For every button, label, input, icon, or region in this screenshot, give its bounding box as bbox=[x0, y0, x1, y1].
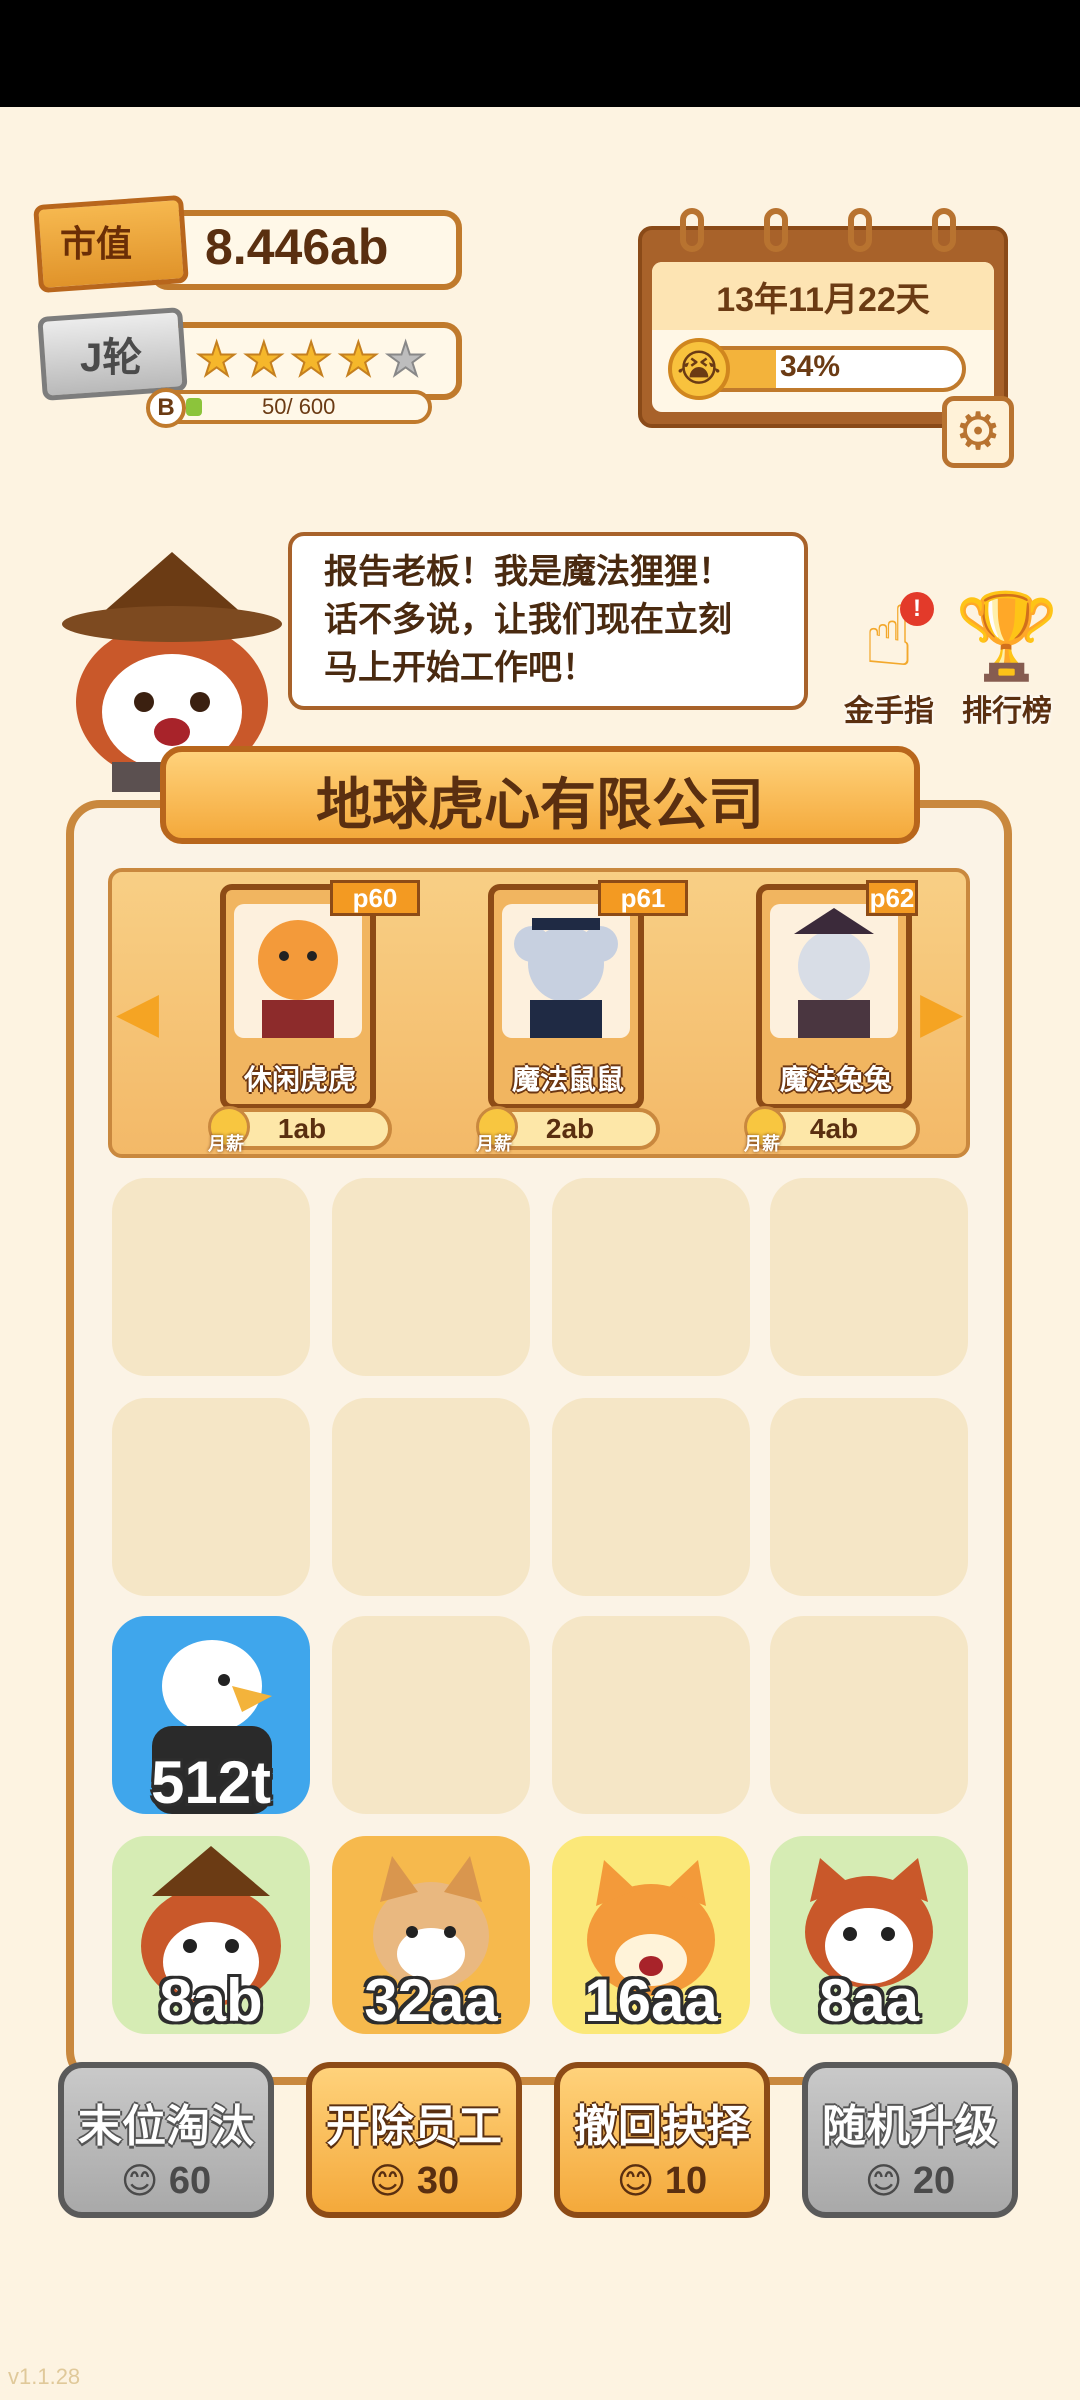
card-tag: p60 bbox=[330, 880, 420, 916]
card-tag: p62 bbox=[866, 880, 918, 916]
star-empty-icon: ★ bbox=[384, 333, 427, 385]
action-cost: 😊 60 bbox=[64, 2160, 268, 2203]
card-name: 休闲虎虎 bbox=[243, 1064, 356, 1095]
tile-value: 32aa bbox=[364, 1967, 498, 2034]
smile-icon: 😊 bbox=[120, 2160, 159, 2201]
coin-label: 月薪 bbox=[476, 1134, 512, 1154]
calendar-ring bbox=[764, 208, 788, 252]
speech-text: 报告老板！我是魔法狸狸！ 话不多说，让我们现在立刻 马上开始工作吧！ bbox=[324, 553, 732, 687]
star-icon: ★ bbox=[337, 333, 380, 385]
grid-cell[interactable] bbox=[770, 1398, 968, 1596]
smile-icon: 😊 bbox=[616, 2160, 655, 2201]
leaderboard-button[interactable]: 🏆 排行榜 bbox=[952, 586, 1062, 730]
star-icon: ★ bbox=[242, 333, 285, 385]
trophy-icon: 🏆 bbox=[954, 589, 1060, 683]
grid-cell[interactable] bbox=[552, 1616, 750, 1814]
leaderboard-label: 排行榜 bbox=[962, 695, 1052, 728]
calendar-date: 13年11月22天 bbox=[716, 281, 930, 319]
market-value: 8.446ab bbox=[205, 219, 389, 275]
prev-arrow-icon[interactable]: ◀ bbox=[116, 982, 159, 1042]
grid-cell[interactable] bbox=[112, 1178, 310, 1376]
smile-icon: 😊 bbox=[864, 2160, 903, 2201]
calendar-ring bbox=[848, 208, 872, 252]
tiger-portrait bbox=[234, 904, 362, 1038]
grid-cell[interactable] bbox=[112, 1398, 310, 1596]
action-cost: 😊 20 bbox=[808, 2160, 1012, 2203]
mouse-portrait bbox=[502, 904, 630, 1038]
card-name: 魔法兔兔 bbox=[779, 1064, 892, 1095]
golden-finger-label: 金手指 bbox=[844, 695, 934, 728]
undo-choice-button[interactable]: 撤回抉择 😊 10 bbox=[554, 2062, 770, 2218]
tile-value: 8ab bbox=[159, 1967, 263, 2034]
settings-gear-icon[interactable]: ⚙ bbox=[942, 396, 1014, 468]
action-cost-value: 30 bbox=[416, 2160, 460, 2202]
grid-cell[interactable] bbox=[552, 1398, 750, 1596]
grid-cell[interactable] bbox=[332, 1178, 530, 1376]
star-icon: ★ bbox=[195, 333, 238, 385]
action-cost-value: 20 bbox=[912, 2160, 956, 2202]
grid-cell[interactable] bbox=[770, 1178, 968, 1376]
fire-employee-button[interactable]: 开除员工 😊 30 bbox=[306, 2062, 522, 2218]
action-cost-value: 60 bbox=[168, 2160, 212, 2202]
company-name: 地球虎心有限公司 bbox=[316, 773, 764, 836]
tile-value: 8aa bbox=[818, 1967, 920, 2034]
status-bar bbox=[0, 0, 1080, 107]
tile-value: 512t bbox=[150, 1749, 272, 1816]
star-icon: ★ bbox=[289, 333, 332, 385]
market-value-label: 市值 bbox=[60, 223, 133, 264]
random-upgrade-button[interactable]: 随机升级 😊 20 bbox=[802, 2062, 1018, 2218]
calendar-percent: 34% bbox=[780, 350, 841, 383]
action-cost-value: 10 bbox=[664, 2160, 708, 2202]
smile-icon: 😊 bbox=[368, 2160, 407, 2201]
coin-label: 月薪 bbox=[744, 1134, 780, 1154]
action-label: 撤回抉择 bbox=[574, 2102, 750, 2151]
grid-cell[interactable] bbox=[552, 1178, 750, 1376]
action-cost: 😊 30 bbox=[312, 2160, 516, 2203]
rank-label: J轮 bbox=[80, 336, 143, 380]
xp-text: 50/ 600 bbox=[262, 394, 336, 419]
card-tag: p61 bbox=[598, 880, 688, 916]
version-label: v1.1.28 bbox=[8, 2364, 81, 2389]
card-name: 魔法鼠鼠 bbox=[511, 1064, 624, 1095]
next-arrow-icon[interactable]: ▶ bbox=[920, 982, 963, 1042]
eliminate-last-button[interactable]: 末位淘汰 😊 60 bbox=[58, 2062, 274, 2218]
grid-cell[interactable] bbox=[770, 1616, 968, 1814]
action-cost: 😊 10 bbox=[560, 2160, 764, 2203]
action-label: 开除员工 bbox=[326, 2102, 502, 2151]
rabbit-portrait bbox=[770, 904, 898, 1038]
crying-face-icon: 😭 bbox=[668, 338, 730, 400]
rank-stars: ★ ★ ★ ★ ★ bbox=[195, 333, 427, 385]
alert-badge: ! bbox=[900, 592, 934, 626]
calendar-ring bbox=[680, 208, 704, 252]
grid-cell[interactable] bbox=[332, 1398, 530, 1596]
xp-badge: B bbox=[146, 388, 186, 428]
xp-progress-fill bbox=[186, 398, 202, 416]
calendar-ring bbox=[932, 208, 956, 252]
tile-value: 16aa bbox=[584, 1967, 718, 2034]
action-label: 随机升级 bbox=[822, 2102, 998, 2151]
grid-cell[interactable] bbox=[332, 1616, 530, 1814]
action-label: 末位淘汰 bbox=[78, 2102, 254, 2151]
coin-label: 月薪 bbox=[208, 1134, 244, 1154]
